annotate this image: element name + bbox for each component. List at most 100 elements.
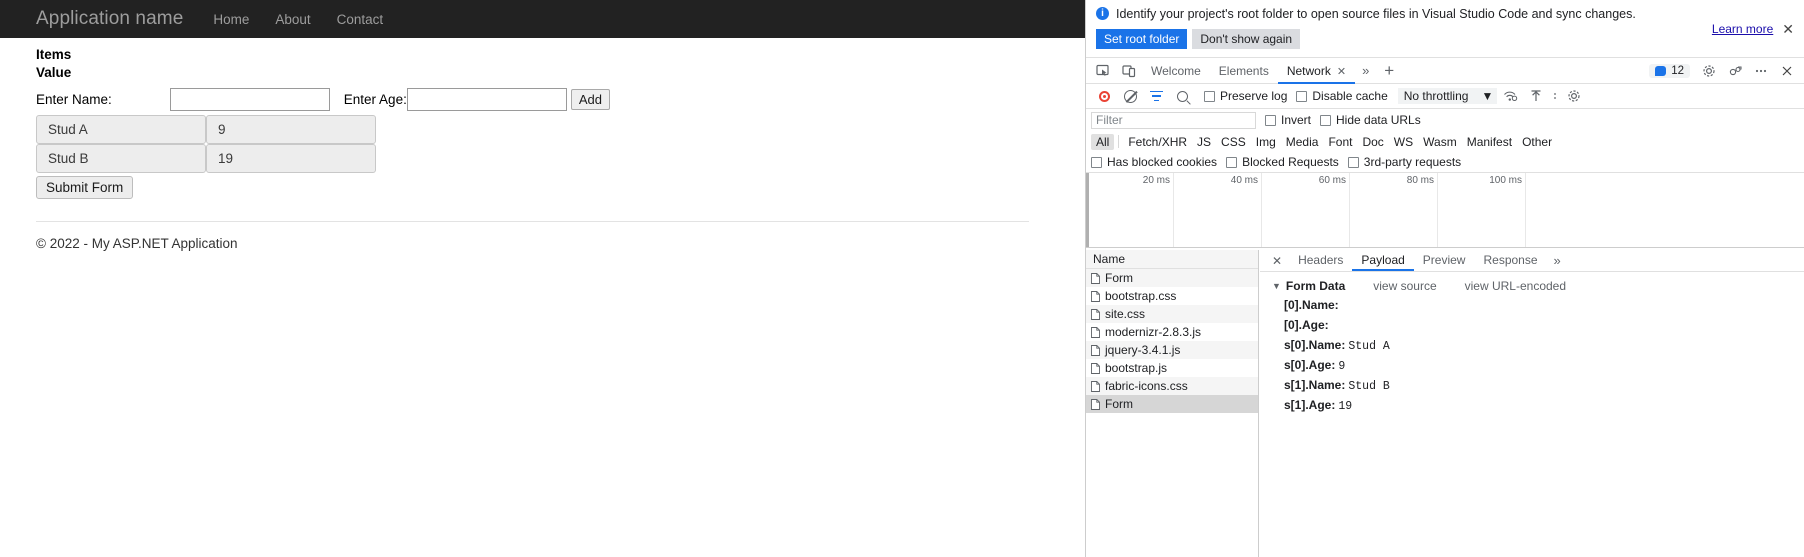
blocked-requests-checkbox[interactable]: Blocked Requests <box>1226 155 1339 169</box>
checkbox-box <box>1204 90 1215 102</box>
expand-triangle-icon[interactable]: ▼ <box>1272 281 1281 291</box>
record-icon[interactable] <box>1091 84 1117 108</box>
nav-link-home[interactable]: Home <box>213 12 249 27</box>
view-source-link[interactable]: view source <box>1373 279 1436 293</box>
dont-show-again-button[interactable]: Don't show again <box>1192 29 1301 49</box>
type-filter-fetch-xhr[interactable]: Fetch/XHR <box>1123 134 1192 150</box>
disable-cache-label: Disable cache <box>1312 89 1388 103</box>
tab-response[interactable]: Response <box>1474 250 1546 271</box>
request-row[interactable]: Form <box>1086 269 1258 287</box>
add-button[interactable]: Add <box>570 89 610 110</box>
close-network-tab-icon[interactable]: ✕ <box>1337 66 1346 78</box>
enter-name-label: Enter Name: <box>36 92 112 107</box>
type-filter-ws[interactable]: WS <box>1389 134 1418 150</box>
network-controls: Preserve log Disable cache No throttling… <box>1086 84 1804 109</box>
request-name: site.css <box>1105 307 1146 321</box>
learn-more-link[interactable]: Learn more <box>1712 22 1773 36</box>
form-data-key: s[1].Age: <box>1284 398 1336 412</box>
items-header: Items <box>36 47 72 62</box>
devtools-panel: i Identify your project's root folder to… <box>1085 0 1804 557</box>
type-filter-all[interactable]: All <box>1091 133 1115 150</box>
type-filter-media[interactable]: Media <box>1281 134 1324 150</box>
type-filter-wasm[interactable]: Wasm <box>1418 134 1462 150</box>
form-data-header[interactable]: ▼ Form Data view source view URL-encoded <box>1272 279 1804 293</box>
tab-payload[interactable]: Payload <box>1352 250 1414 271</box>
throttling-value: No throttling <box>1403 89 1469 103</box>
type-filter-img[interactable]: Img <box>1251 134 1281 150</box>
network-conditions-icon[interactable] <box>1497 84 1523 108</box>
close-detail-icon[interactable]: ✕ <box>1265 254 1289 268</box>
clear-icon[interactable] <box>1117 84 1143 108</box>
has-blocked-cookies-label: Has blocked cookies <box>1107 155 1218 169</box>
devtools-tabstrip: Welcome Elements Network ✕ » + 12 <box>1086 57 1804 84</box>
third-party-requests-checkbox[interactable]: 3rd-party requests <box>1347 155 1461 169</box>
issues-badge[interactable]: 12 <box>1649 63 1690 78</box>
request-name: Form <box>1105 397 1133 411</box>
request-row[interactable]: bootstrap.css <box>1086 287 1258 305</box>
more-options-icon[interactable] <box>1748 59 1774 83</box>
throttling-select[interactable]: No throttling ▼ <box>1397 88 1498 104</box>
filter-icon[interactable] <box>1143 84 1169 108</box>
type-filter-font[interactable]: Font <box>1323 134 1357 150</box>
add-tab-icon[interactable]: + <box>1376 62 1402 79</box>
form-data-value: Stud A <box>1348 340 1390 353</box>
tab-headers[interactable]: Headers <box>1289 250 1352 271</box>
checkbox-box <box>1347 156 1359 168</box>
device-toolbar-icon[interactable] <box>1116 59 1142 83</box>
nav-link-contact[interactable]: Contact <box>337 12 384 27</box>
import-har-icon[interactable] <box>1523 84 1549 108</box>
request-row[interactable]: jquery-3.4.1.js <box>1086 341 1258 359</box>
row-name-cell: Stud A <box>36 115 206 144</box>
form-data-key: [0].Name: <box>1284 298 1339 312</box>
inspect-element-icon[interactable] <box>1090 59 1116 83</box>
set-root-folder-button[interactable]: Set root folder <box>1096 29 1188 49</box>
submit-form-button[interactable]: Submit Form <box>36 176 134 199</box>
tab-preview[interactable]: Preview <box>1414 250 1475 271</box>
request-row[interactable]: bootstrap.js <box>1086 359 1258 377</box>
request-row[interactable]: modernizr-2.8.3.js <box>1086 323 1258 341</box>
info-icon: i <box>1096 7 1109 20</box>
request-row[interactable]: fabric-icons.css <box>1086 377 1258 395</box>
column-header-name[interactable]: Name <box>1086 250 1258 269</box>
nav-link-about[interactable]: About <box>275 12 310 27</box>
site-brand[interactable]: Application name <box>36 8 183 30</box>
type-filter-js[interactable]: JS <box>1192 134 1216 150</box>
checkbox-box <box>1226 156 1238 168</box>
network-settings-icon[interactable] <box>1561 84 1587 108</box>
hide-data-urls-checkbox[interactable]: Hide data URLs <box>1320 113 1421 127</box>
site-navbar: Application name Home About Contact <box>0 0 1085 38</box>
network-timeline-overview[interactable]: 20 ms 40 ms 60 ms 80 ms 100 ms <box>1086 173 1804 248</box>
gear-icon[interactable] <box>1696 59 1722 83</box>
more-tabs-icon[interactable]: » <box>1355 63 1376 78</box>
request-row[interactable]: Form <box>1086 395 1258 413</box>
disable-cache-checkbox[interactable]: Disable cache <box>1296 89 1388 103</box>
age-input[interactable] <box>406 88 567 111</box>
close-devtools-icon[interactable] <box>1774 59 1800 83</box>
more-options-dock-icon[interactable] <box>1722 59 1748 83</box>
timeline-tick: 100 ms <box>1438 173 1526 247</box>
view-url-encoded-link[interactable]: view URL-encoded <box>1465 279 1566 293</box>
blocked-filters-row: Has blocked cookies Blocked Requests 3rd… <box>1086 152 1804 173</box>
type-filter-css[interactable]: CSS <box>1216 134 1251 150</box>
search-icon[interactable] <box>1169 84 1195 108</box>
type-filter-manifest[interactable]: Manifest <box>1462 134 1517 150</box>
has-blocked-cookies-checkbox[interactable]: Has blocked cookies <box>1091 155 1217 169</box>
type-filter-doc[interactable]: Doc <box>1357 134 1388 150</box>
request-row[interactable]: site.css <box>1086 305 1258 323</box>
more-detail-tabs-icon[interactable]: » <box>1547 253 1568 268</box>
form-data-key: s[1].Name: <box>1284 378 1346 392</box>
request-list: Form bootstrap.css site.css modernizr-2.8.3… <box>1086 269 1258 413</box>
tab-elements[interactable]: Elements <box>1210 58 1278 84</box>
tab-network[interactable]: Network ✕ <box>1277 58 1356 84</box>
checkbox-box <box>1320 114 1332 126</box>
tab-welcome[interactable]: Welcome <box>1142 58 1210 84</box>
name-input[interactable] <box>169 88 330 111</box>
type-filter-other[interactable]: Other <box>1517 134 1557 150</box>
preserve-log-checkbox[interactable]: Preserve log <box>1204 89 1287 103</box>
close-banner-icon[interactable]: ✕ <box>1782 22 1794 36</box>
invert-checkbox[interactable]: Invert <box>1265 113 1311 127</box>
filter-input[interactable] <box>1091 111 1256 129</box>
export-har-icon[interactable] <box>1549 84 1561 108</box>
request-name: bootstrap.js <box>1105 361 1168 375</box>
blocked-requests-label: Blocked Requests <box>1242 155 1339 169</box>
